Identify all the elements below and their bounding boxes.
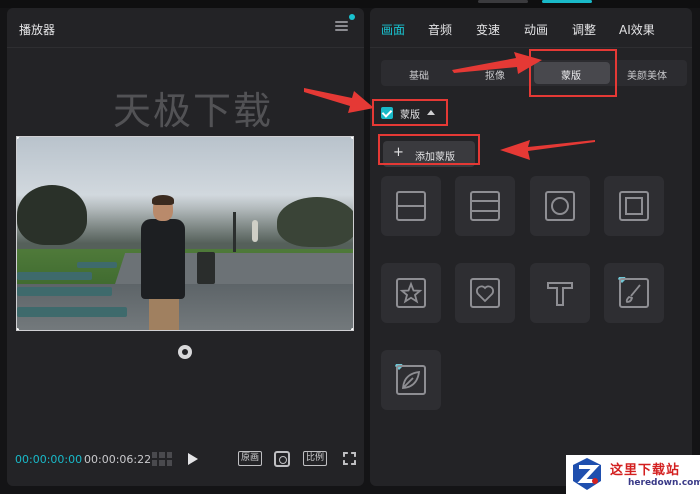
annotation-box-mask-tab	[529, 49, 617, 97]
tab-ai-effects[interactable]: AI效果	[619, 21, 655, 38]
horizontal-split-icon	[396, 191, 426, 221]
tab-audio[interactable]: 音频	[428, 21, 452, 38]
play-icon[interactable]	[188, 453, 198, 465]
rotate-icon[interactable]	[178, 345, 192, 359]
logo-subtitle: heredown.com	[628, 478, 700, 488]
video-preview[interactable]	[16, 136, 354, 331]
heart-icon	[470, 278, 500, 308]
mask-shape-text[interactable]	[530, 263, 590, 323]
mirror-icon	[470, 191, 500, 221]
player-title: 播放器	[19, 23, 56, 37]
timeline-grid-icon[interactable]	[152, 452, 172, 466]
aspect-ratio-button[interactable]: 比例	[303, 451, 327, 466]
mask-shape-leaf[interactable]	[381, 350, 441, 410]
circle-icon	[545, 191, 575, 221]
tab-speed[interactable]: 变速	[476, 21, 500, 38]
tab-animation[interactable]: 动画	[524, 21, 548, 38]
expand-icon[interactable]	[343, 452, 356, 465]
annotation-arrow-icon	[304, 88, 374, 113]
main-tabs: 画面 音频 变速 动画 调整 AI效果	[370, 8, 692, 48]
subtab-beauty[interactable]: 美颜美体	[627, 67, 667, 82]
player-panel: 播放器 天极下载 00:00:00:00 00:00:06:22 原画 比例	[7, 8, 364, 486]
annotation-arrow-icon	[500, 140, 595, 160]
annotation-box-add-mask	[378, 134, 480, 165]
mask-shape-horizontal[interactable]	[381, 176, 441, 236]
top-tab-indicator	[478, 0, 528, 3]
current-time: 00:00:00:00	[15, 453, 83, 466]
mask-shape-circle[interactable]	[530, 176, 590, 236]
watermark-text: 天极下载	[113, 89, 274, 133]
player-header: 播放器	[7, 8, 364, 48]
mask-shape-rectangle[interactable]	[604, 176, 664, 236]
site-logo: 这里下载站 heredown.com	[566, 455, 700, 494]
leaf-icon	[396, 365, 426, 395]
brush-icon	[619, 278, 649, 308]
rectangle-icon	[619, 191, 649, 221]
mask-shape-brush[interactable]	[604, 263, 664, 323]
annotation-box-mask-checkbox	[372, 99, 448, 126]
logo-badge-icon	[573, 458, 601, 490]
player-controls: 00:00:00:00 00:00:06:22 原画 比例	[7, 448, 364, 472]
original-quality-button[interactable]: 原画	[238, 451, 262, 466]
person-figure	[135, 195, 191, 330]
annotation-arrow-icon	[452, 52, 542, 74]
mask-shape-heart[interactable]	[455, 263, 515, 323]
top-strip	[0, 0, 700, 8]
top-tab-indicator-active	[542, 0, 592, 3]
text-icon	[547, 282, 573, 306]
menu-icon[interactable]	[335, 21, 348, 32]
logo-title: 这里下载站	[610, 463, 681, 478]
subtab-basic[interactable]: 基础	[409, 67, 429, 82]
tab-adjust[interactable]: 调整	[572, 21, 596, 38]
total-time: 00:00:06:22	[84, 453, 152, 466]
notification-dot	[349, 14, 355, 20]
tab-picture[interactable]: 画面	[381, 21, 405, 38]
mask-shape-star[interactable]	[381, 263, 441, 323]
mask-shape-mirror[interactable]	[455, 176, 515, 236]
star-icon	[396, 278, 426, 308]
fullscreen-focus-icon[interactable]	[274, 451, 290, 467]
